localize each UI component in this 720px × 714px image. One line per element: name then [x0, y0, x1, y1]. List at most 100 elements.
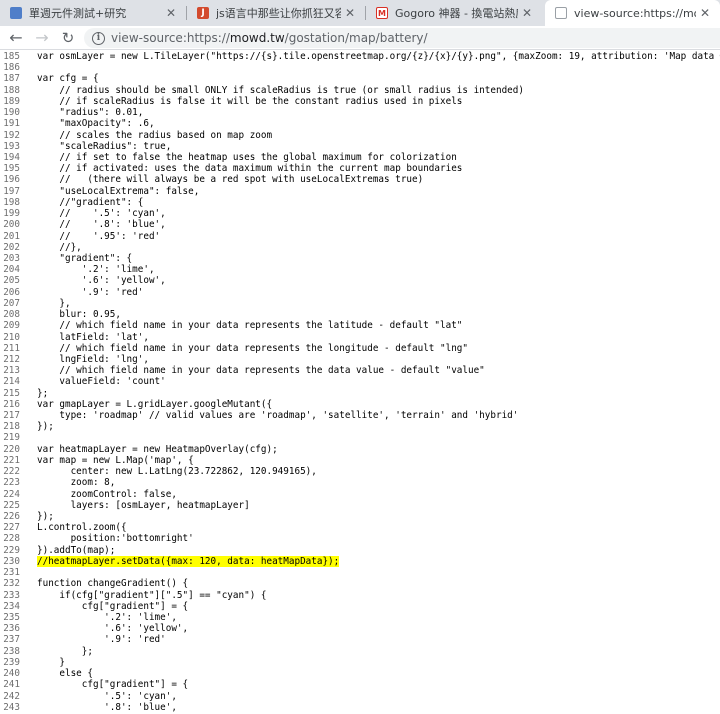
line-number: 203	[3, 252, 20, 264]
line-code: latField: 'lat',	[37, 331, 149, 343]
close-icon[interactable]: ✕	[696, 6, 714, 20]
url-host: mowd.tw	[229, 31, 285, 45]
line-code: };	[37, 645, 93, 657]
source-line: 225 layers: [osmLayer, heatmapLayer]	[0, 500, 720, 511]
line-number: 199	[3, 208, 20, 220]
line-number: 189	[3, 95, 20, 107]
line-code: //},	[37, 241, 82, 253]
line-code: '.9': 'red'	[37, 634, 166, 646]
source-line: 198 //"gradient": {	[0, 197, 720, 208]
line-code: };	[37, 387, 49, 399]
source-line: 204 '.2': 'lime',	[0, 264, 720, 275]
line-number: 242	[3, 690, 20, 702]
source-line: 242 '.5': 'cyan',	[0, 691, 720, 702]
source-line: 233 if(cfg["gradient"][".5"] == "cyan") …	[0, 590, 720, 601]
source-line: 226});	[0, 511, 720, 522]
line-number: 227	[3, 522, 20, 534]
address-bar[interactable]: i view-source: https://mowd.tw/gostation/…	[84, 28, 720, 48]
source-line: 207 },	[0, 298, 720, 309]
line-code: function changeGradient() {	[37, 578, 189, 590]
source-line: 192 // scales the radius based on map zo…	[0, 130, 720, 141]
source-line: 223 zoom: 8,	[0, 477, 720, 488]
line-number: 229	[3, 544, 20, 556]
source-line: 224 zoomControl: false,	[0, 489, 720, 500]
tab-title: view-source:https://mowd.tw/g	[574, 6, 696, 20]
source-line: 195 // if activated: uses the data maxim…	[0, 163, 720, 174]
line-number: 204	[3, 264, 20, 276]
source-line: 213 // which field name in your data rep…	[0, 365, 720, 376]
line-code: var gmapLayer = L.gridLayer.googleMutant…	[37, 398, 273, 410]
source-line: 203 "gradient": {	[0, 253, 720, 264]
tab-title: js语言中那些让你抓狂又容易混淆	[216, 7, 341, 20]
tab-view-source[interactable]: view-source:https://mowd.tw/g ✕	[545, 0, 720, 26]
source-view[interactable]: 185 var osmLayer = new L.TileLayer("https…	[0, 51, 720, 714]
source-line: 202 //},	[0, 242, 720, 253]
line-code: '.2': 'lime',	[37, 612, 177, 623]
line-code: // which field name in your data represe…	[37, 320, 463, 332]
source-line: 200 // '.8': 'blue',	[0, 219, 720, 230]
line-code: "scaleRadius": true,	[37, 140, 172, 152]
line-number: 210	[3, 331, 20, 343]
source-line: 218});	[0, 421, 720, 432]
close-icon[interactable]: ✕	[518, 6, 536, 20]
line-number: 205	[3, 275, 20, 287]
source-line: 236 '.6': 'yellow',	[0, 623, 720, 634]
tab-gogoro[interactable]: M Gogoro 神器 - 換電站熱度圖 ✕	[366, 0, 542, 26]
info-icon[interactable]: i	[92, 31, 105, 45]
line-code: '.6': 'yellow',	[37, 275, 166, 287]
line-code: position:'bottomright'	[37, 533, 194, 545]
source-line: 201 // '.95': 'red'	[0, 231, 720, 242]
source-line: 186	[0, 62, 720, 73]
line-number: 186	[3, 62, 20, 74]
line-code: '.9': 'red'	[37, 286, 144, 298]
line-number: 218	[3, 421, 20, 433]
source-line: 227 L.control.zoom({	[0, 522, 720, 533]
source-line: 187 var cfg = {	[0, 73, 720, 84]
close-icon[interactable]: ✕	[162, 6, 180, 20]
line-code: "gradient": {	[37, 252, 133, 264]
source-line: 220 var heatmapLayer = new HeatmapOverlay…	[0, 444, 720, 455]
js-icon: J	[197, 7, 209, 19]
source-line: 189 // if scaleRadius is false it will b…	[0, 96, 720, 107]
tab-js-article[interactable]: J js语言中那些让你抓狂又容易混淆 ✕	[187, 0, 365, 26]
highlighted-line-code: //heatmapLayer.setData({max: 120, data: …	[37, 555, 340, 568]
tab-title: 單週元件測試+研究	[29, 7, 127, 20]
source-line: 194 // if set to false the heatmap uses …	[0, 152, 720, 163]
line-number: 209	[3, 320, 20, 332]
line-code: // which field name in your data represe…	[37, 342, 468, 354]
source-line: 238 };	[0, 646, 720, 657]
line-code: },	[37, 297, 71, 309]
source-line: 196 // (there will always be a red spot …	[0, 174, 720, 185]
line-number: 223	[3, 477, 20, 489]
source-line: 230 //heatmapLayer.setData({max: 120, dat…	[0, 555, 720, 568]
source-line: 219	[0, 432, 720, 443]
line-number: 197	[3, 185, 20, 197]
line-code: blur: 0.95,	[37, 309, 121, 321]
source-line: 232 function changeGradient() {	[0, 578, 720, 589]
line-code: var osmLayer = new L.TileLayer("https://…	[37, 51, 720, 62]
source-line: 229}).addTo(map);	[0, 545, 720, 556]
line-number: 196	[3, 174, 20, 186]
tab-unit-test[interactable]: 單週元件測試+研究 ✕	[0, 0, 186, 26]
arrow-left-icon[interactable]: ←	[6, 28, 26, 48]
source-line: 215};	[0, 388, 720, 399]
line-number: 192	[3, 129, 20, 141]
close-icon[interactable]: ✕	[341, 6, 359, 20]
reload-icon[interactable]: ↻	[58, 28, 78, 48]
line-number: 237	[3, 634, 20, 646]
line-code: cfg["gradient"] = {	[37, 679, 189, 691]
source-line: 222 center: new L.LatLng(23.722862, 120.…	[0, 466, 720, 477]
line-code: var map = new L.Map('map', {	[37, 454, 194, 466]
line-code: cfg["gradient"] = {	[37, 600, 189, 612]
line-number: 243	[3, 701, 20, 713]
source-line: 221 var map = new L.Map('map', {	[0, 455, 720, 466]
line-code: zoomControl: false,	[37, 488, 177, 500]
tab-title: Gogoro 神器 - 換電站熱度圖	[395, 7, 518, 20]
source-line: 241 cfg["gradient"] = {	[0, 679, 720, 690]
line-number: 198	[3, 196, 20, 208]
line-code: // (there will always be a red spot with…	[37, 174, 424, 186]
line-number: 217	[3, 410, 20, 422]
line-number: 240	[3, 668, 20, 680]
arrow-right-icon[interactable]: →	[32, 28, 52, 48]
source-line: 216 var gmapLayer = L.gridLayer.googleMut…	[0, 399, 720, 410]
